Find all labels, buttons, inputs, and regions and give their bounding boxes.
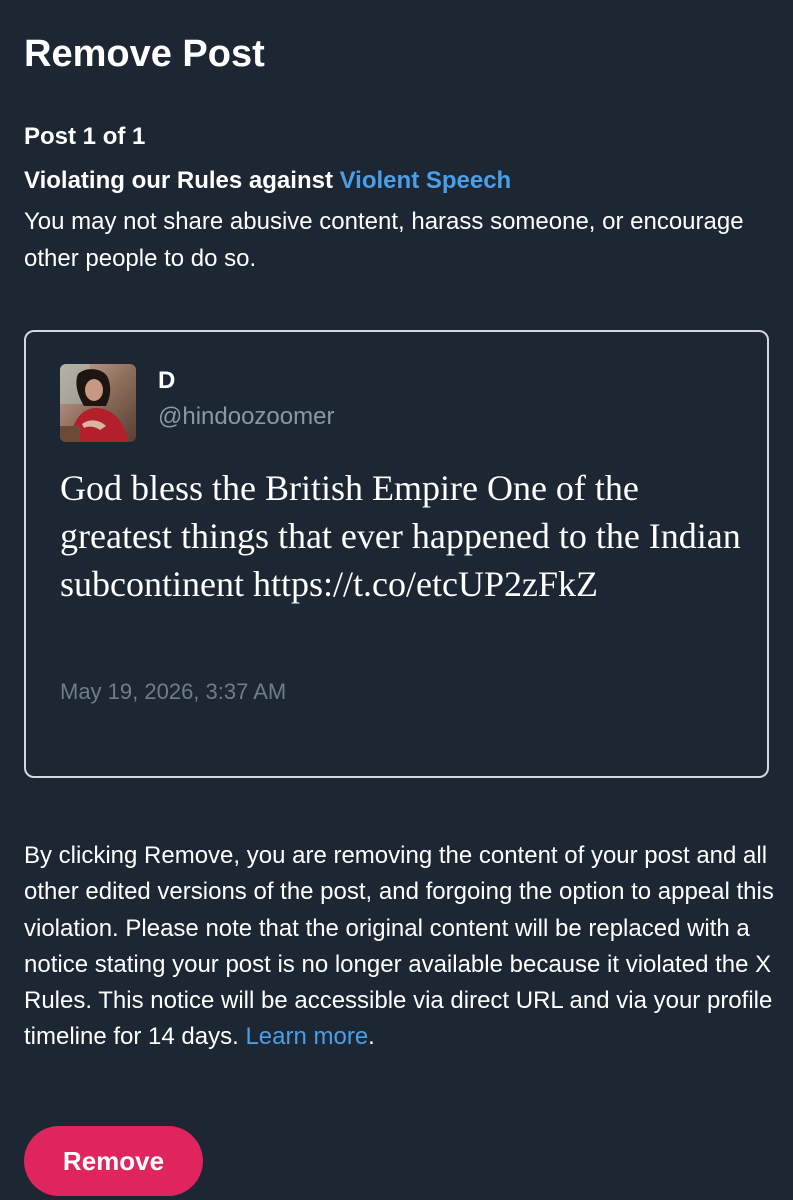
removal-notice-text: By clicking Remove, you are removing the…: [24, 842, 774, 1051]
post-link[interactable]: https://t.co/etcUP2zFkZ: [253, 564, 598, 604]
post-author-handle: @hindoozoomer: [158, 403, 335, 430]
rule-link-violent-speech[interactable]: Violent Speech: [340, 167, 512, 194]
post-text: God bless the British Empire One of the …: [60, 464, 750, 608]
post-author-name: D: [158, 367, 176, 394]
violation-description: You may not share abusive content, haras…: [24, 208, 744, 272]
post-count: Post 1 of 1: [24, 123, 146, 150]
page-title: Remove Post: [24, 33, 265, 75]
post-card: D @hindoozoomer God bless the British Em…: [24, 330, 769, 778]
violation-heading: Violating our Rules against Violent Spee…: [24, 166, 511, 196]
remove-button[interactable]: Remove: [24, 1126, 203, 1196]
profile-photo-icon: [60, 364, 136, 442]
removal-notice: By clicking Remove, you are removing the…: [24, 838, 774, 1056]
post-timestamp: May 19, 2026, 3:37 AM: [60, 679, 287, 704]
notice-period: .: [368, 1023, 375, 1051]
violation-heading-prefix: Violating our Rules against: [24, 167, 340, 194]
avatar: [60, 364, 136, 442]
learn-more-link[interactable]: Learn more: [245, 1023, 368, 1050]
